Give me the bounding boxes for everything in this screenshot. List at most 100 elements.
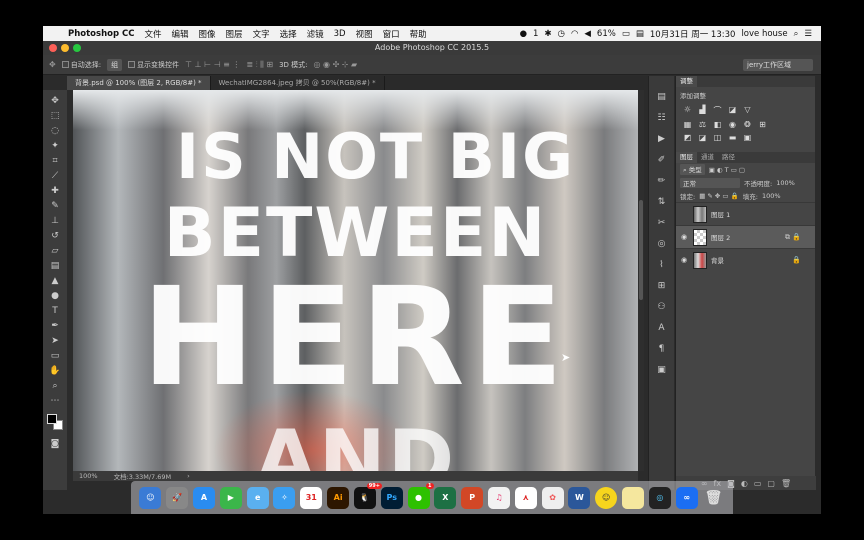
menu-type[interactable]: 文字 (248, 28, 275, 40)
adjustment-layer-icon[interactable]: ◐ (741, 479, 748, 488)
menu-select[interactable]: 选择 (275, 28, 302, 40)
flag-icon[interactable]: ▤ (633, 29, 647, 39)
layer-name[interactable]: 背景 (711, 255, 724, 265)
canvas-vertical-scrollbar[interactable] (638, 90, 644, 471)
menu-file[interactable]: 文件 (140, 28, 167, 40)
history-panel-icon[interactable]: ▤ (654, 88, 670, 106)
distribute-buttons-icon[interactable]: ≣ ⫶ ⫼ ⊞ (246, 60, 273, 70)
tab-background-psd[interactable]: 背景.psd @ 100% (图层 2, RGB/8#) * (67, 76, 211, 90)
filter-icons[interactable]: ▣ ◐ T ▭ ▢ (709, 166, 745, 174)
time-machine-icon[interactable]: ◷ (555, 29, 568, 39)
tool-presets-icon[interactable]: ✂ (654, 214, 670, 232)
menu-3d[interactable]: 3D (329, 29, 351, 39)
3d-tools-icon[interactable]: ◎ ◉ ✣ ⊹ ▰ (314, 60, 358, 69)
shape-tool-icon[interactable]: ▭ (47, 349, 63, 364)
trash-icon[interactable]: 🗑 (702, 487, 724, 509)
history-brush-tool-icon[interactable]: ↺ (47, 229, 63, 244)
menu-app-name[interactable]: Photoshop CC (63, 29, 140, 39)
hand-tool-icon[interactable]: ✋ (47, 364, 63, 379)
exposure-icon[interactable]: ◪ (727, 105, 738, 116)
lock-icons[interactable]: ▦ ✎ ✥ ▭ 🔒 (699, 192, 739, 200)
menu-view[interactable]: 视图 (351, 28, 378, 40)
baidu-netdisk-icon[interactable]: ∞ (675, 486, 698, 509)
navigator-icon[interactable]: ⊞ (654, 277, 670, 295)
color-lookup-icon[interactable]: ⊞ (757, 120, 768, 129)
zoom-tool-icon[interactable]: ⌕ (47, 379, 63, 394)
zoom-window-button[interactable] (73, 44, 81, 52)
clone-stamp-tool-icon[interactable]: ⊥ (47, 214, 63, 229)
bluetooth-icon[interactable]: ✱ (541, 29, 554, 39)
qq-icon[interactable]: 🐧 99+ (353, 482, 382, 509)
new-group-icon[interactable]: ▭ (754, 479, 762, 488)
auto-select-checkbox[interactable]: 自动选择: (61, 60, 101, 70)
datetime[interactable]: 10月31日 周一 13:30 (647, 28, 739, 40)
photoshop-icon[interactable]: Ps (380, 486, 403, 509)
tab-paths[interactable]: 路径 (718, 152, 739, 163)
photos-icon[interactable]: ✿ (541, 486, 564, 509)
adjust-sliders-icon[interactable]: ⇅ (654, 193, 670, 211)
layer-row-1[interactable]: 图层 1 (676, 202, 815, 225)
layer-filter-dropdown[interactable]: ⌕ 类型 (680, 164, 705, 175)
align-buttons-icon[interactable]: ⊤ ⊥ ⊢ ⊣ ≡ ⋮ (185, 60, 240, 69)
layer-name[interactable]: 图层 1 (711, 209, 730, 219)
ie-icon[interactable]: e (246, 486, 269, 509)
calendar-icon[interactable]: 31 (300, 486, 323, 509)
launchpad-icon[interactable]: 🚀 (166, 486, 189, 509)
layer-row-2[interactable]: ◉ 图层 2 ⧉ 🔒 (676, 225, 815, 248)
eye-icon[interactable]: ◉ (679, 233, 689, 241)
crop-tool-icon[interactable]: ⌗ (47, 154, 63, 169)
word-icon[interactable]: W (568, 486, 591, 509)
notes-panel-icon[interactable]: ▣ (654, 361, 670, 379)
new-layer-icon[interactable]: ▢ (767, 479, 775, 488)
minimize-window-button[interactable] (61, 44, 69, 52)
color-swatches[interactable] (46, 413, 64, 431)
gradient-map-icon[interactable]: ▬ (727, 133, 738, 142)
move-tool-icon[interactable]: ✥ (47, 94, 63, 109)
acrobat-icon[interactable]: ⋏ (514, 486, 537, 509)
color-balance-icon[interactable]: ⚖ (697, 120, 708, 129)
dodge-tool-icon[interactable]: ● (47, 289, 63, 304)
styles-panel-icon[interactable]: ⚇ (654, 298, 670, 316)
marquee-tool-icon[interactable]: ⬚ (47, 109, 63, 124)
brightness-icon[interactable]: ☼ (682, 105, 693, 116)
magic-wand-tool-icon[interactable]: ✦ (47, 139, 63, 154)
eraser-tool-icon[interactable]: ▱ (47, 244, 63, 259)
menu-help[interactable]: 帮助 (405, 28, 432, 40)
notification-center-icon[interactable]: ☰ (801, 29, 815, 39)
brush-presets-icon[interactable]: ✐ (654, 151, 670, 169)
zoom-level[interactable]: 100% (79, 472, 98, 480)
tab-channels[interactable]: 通道 (697, 152, 718, 163)
menu-edit[interactable]: 编辑 (167, 28, 194, 40)
threshold-icon[interactable]: ◫ (712, 133, 723, 142)
vibrance-icon[interactable]: ▽ (742, 105, 753, 116)
notes-icon[interactable] (622, 486, 645, 509)
wechat-icon[interactable]: ● 1 (407, 482, 434, 509)
character-panel-icon[interactable]: A (654, 319, 670, 337)
facetime-icon[interactable]: ▶ (219, 486, 242, 509)
menu-layer[interactable]: 图层 (221, 28, 248, 40)
type-tool-icon[interactable]: T (47, 304, 63, 319)
layer-row-3[interactable]: ◉ 背景 🔒 (676, 248, 815, 271)
quick-mask-icon[interactable]: ◙ (47, 437, 63, 452)
3d-panel-icon[interactable]: ◎ (654, 235, 670, 253)
menu-window[interactable]: 窗口 (378, 28, 405, 40)
tab-layers[interactable]: 图层 (676, 152, 697, 163)
illustrator-icon[interactable]: Ai (327, 486, 350, 509)
safari-icon[interactable]: ✧ (273, 486, 296, 509)
delete-layer-icon[interactable]: 🗑 (781, 479, 791, 488)
invert-icon[interactable]: ◩ (682, 133, 693, 142)
finder-icon[interactable]: ☺ (139, 486, 162, 509)
levels-icon[interactable]: ▟ (697, 105, 708, 116)
paths-panel-icon[interactable]: ⌇ (654, 256, 670, 274)
close-window-button[interactable] (49, 44, 57, 52)
posterize-icon[interactable]: ◪ (697, 133, 708, 142)
auto-select-dropdown[interactable]: 组 (107, 58, 123, 71)
excel-icon[interactable]: X (434, 486, 457, 509)
actions-panel-icon[interactable]: ▶ (654, 130, 670, 148)
blend-mode-dropdown[interactable]: 正常 (680, 177, 740, 188)
channel-mixer-icon[interactable]: ❂ (742, 120, 753, 129)
path-selection-tool-icon[interactable]: ➤ (47, 334, 63, 349)
show-transform-checkbox[interactable]: 显示变换控件 (128, 60, 179, 70)
gradient-tool-icon[interactable]: ▤ (47, 259, 63, 274)
itunes-icon[interactable]: ♫ (487, 486, 510, 509)
